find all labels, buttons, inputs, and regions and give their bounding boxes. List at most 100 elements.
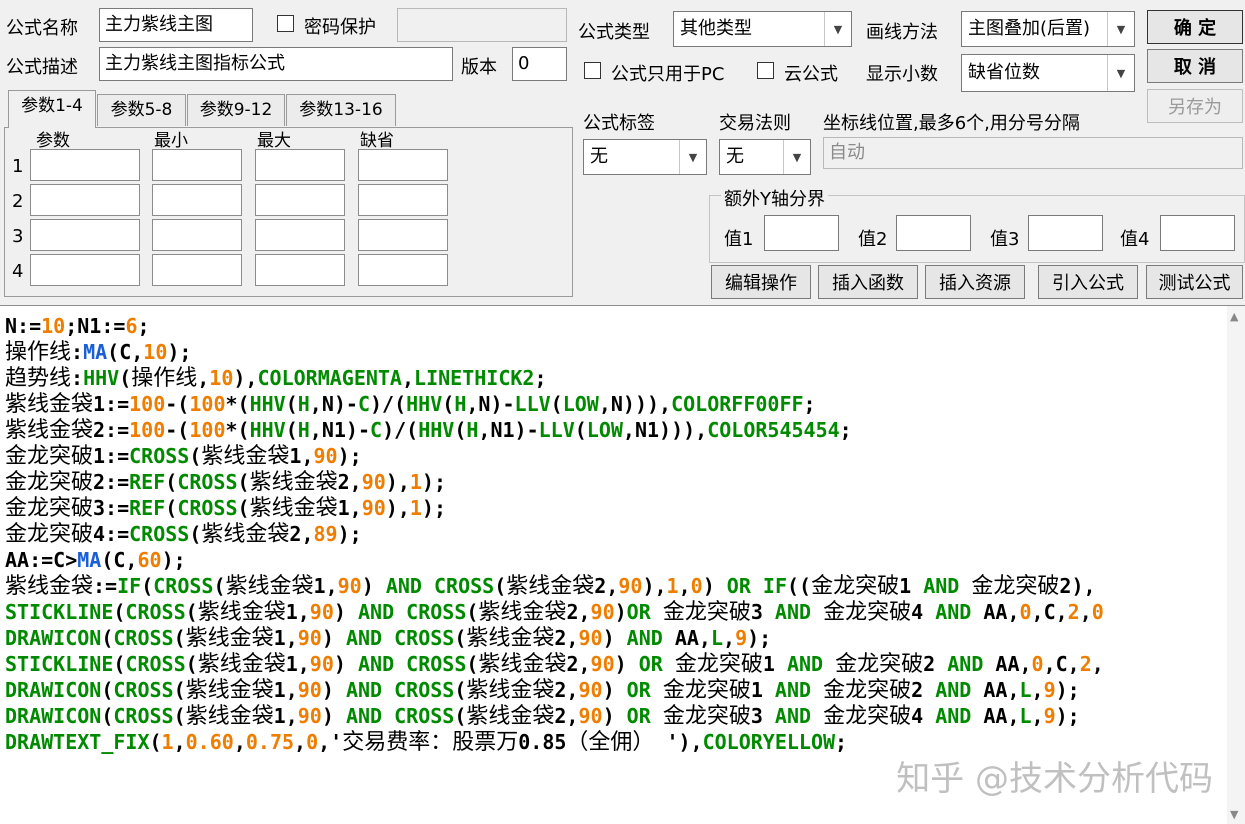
param-4-min[interactable]: [152, 254, 242, 286]
tab-params-13-16[interactable]: 参数13-16: [286, 94, 396, 126]
tab-params-1-4[interactable]: 参数1-4: [8, 90, 96, 128]
insert-resource-button[interactable]: 插入资源: [925, 265, 1025, 299]
code-token: COLOR545454: [707, 418, 840, 442]
code-token: ,: [1031, 678, 1044, 702]
vertical-scrollbar[interactable]: ▲ ▼: [1227, 306, 1245, 824]
code-line[interactable]: 金龙突破1:=CROSS(紫线金袋1,90);: [5, 443, 362, 469]
password-checkbox[interactable]: [277, 15, 294, 32]
code-line[interactable]: 金龙突破4:=CROSS(紫线金袋2,89);: [5, 521, 362, 547]
param-4-default[interactable]: [358, 254, 448, 286]
param-2-max[interactable]: [255, 184, 345, 216]
code-token: );: [1055, 704, 1080, 728]
code-line[interactable]: DRAWICON(CROSS(紫线金袋1,90) AND CROSS(紫线金袋2…: [5, 677, 1080, 703]
code-token: :=: [93, 574, 118, 598]
code-line[interactable]: DRAWTEXT_FIX(1,0.60,0.75,0,'交易费率：股票万0.85…: [5, 729, 847, 755]
code-token: );: [421, 470, 447, 494]
ok-button[interactable]: 确 定: [1147, 10, 1243, 44]
pc-only-checkbox[interactable]: [584, 62, 601, 79]
tab-params-9-12[interactable]: 参数9-12: [187, 94, 285, 126]
code-line[interactable]: DRAWICON(CROSS(紫线金袋1,90) AND CROSS(紫线金袋2…: [5, 625, 771, 651]
code-token: 1: [762, 652, 787, 676]
code-line[interactable]: 操作线:MA(C,10);: [5, 339, 191, 365]
version-label: 版本: [461, 57, 497, 78]
formula-type-select[interactable]: 其他类型 ▼: [673, 11, 852, 47]
value3-input[interactable]: [1028, 215, 1103, 251]
axis-position-input[interactable]: 自动: [823, 137, 1243, 169]
code-editor[interactable]: N:=10;N1:=6; 操作线:MA(C,10); 趋势线:HHV(操作线,10)…: [0, 305, 1245, 824]
import-formula-button[interactable]: 引入公式: [1038, 265, 1138, 299]
decimals-select[interactable]: 缺省位数 ▼: [961, 54, 1135, 92]
param-3-max[interactable]: [255, 219, 345, 251]
cloud-checkbox[interactable]: [757, 62, 774, 79]
code-line[interactable]: 紫线金袋1:=100-(100*(HHV(H,N)-C)/(HHV(H,N)-L…: [5, 391, 816, 417]
param-2-default[interactable]: [358, 184, 448, 216]
code-line[interactable]: 金龙突破3:=REF(CROSS(紫线金袋1,90),1);: [5, 495, 446, 521]
param-2-name[interactable]: [30, 184, 140, 216]
zhihu-watermark: 知乎 @技术分析代码: [896, 759, 1213, 799]
chevron-down-icon[interactable]: ▼: [783, 140, 810, 174]
formula-name-input[interactable]: 主力紫线主图: [99, 8, 253, 42]
formula-desc-input[interactable]: 主力紫线主图指标公式: [99, 47, 453, 81]
value2-input[interactable]: [896, 215, 971, 251]
scroll-down-icon[interactable]: ▼: [1230, 808, 1238, 821]
code-line[interactable]: 紫线金袋:=IF(CROSS(紫线金袋1,90) AND CROSS(紫线金袋2…: [5, 573, 1096, 599]
param-4-name[interactable]: [30, 254, 140, 286]
code-token: N:=: [5, 314, 42, 338]
code-token: 60: [137, 548, 162, 572]
code-token: 0: [1019, 600, 1032, 624]
code-line[interactable]: 金龙突破2:=REF(CROSS(紫线金袋2,90),1);: [5, 469, 446, 495]
code-line[interactable]: 紫线金袋2:=100-(100*(HHV(H,N1)-C)/(HHV(H,N1)…: [5, 417, 852, 443]
code-token: 金龙突破: [835, 652, 924, 677]
param-3-min[interactable]: [152, 219, 242, 251]
param-1-default[interactable]: [358, 149, 448, 181]
param-1-min[interactable]: [152, 149, 242, 181]
value4-input[interactable]: [1160, 215, 1235, 251]
code-token: ),: [385, 496, 410, 520]
code-token: ,N)-: [466, 392, 515, 416]
param-1-max[interactable]: [255, 149, 345, 181]
code-token: );: [167, 340, 192, 364]
code-token: LINETHICK2: [414, 366, 535, 390]
value1-input[interactable]: [764, 215, 839, 251]
formula-tag-select[interactable]: 无 ▼: [583, 139, 707, 175]
code-token: 紫线金袋: [249, 496, 338, 521]
chevron-down-icon[interactable]: ▼: [679, 140, 706, 174]
edit-operation-button[interactable]: 编辑操作: [711, 265, 811, 299]
code-line[interactable]: STICKLINE(CROSS(紫线金袋1,90) AND CROSS(紫线金袋…: [5, 651, 1104, 677]
code-line[interactable]: N:=10;N1:=6;: [5, 313, 150, 339]
code-line[interactable]: DRAWICON(CROSS(紫线金袋1,90) AND CROSS(紫线金袋2…: [5, 703, 1080, 729]
code-token: 紫线金袋: [185, 704, 274, 729]
save-as-button[interactable]: 另存为: [1147, 89, 1243, 123]
param-2-min[interactable]: [152, 184, 242, 216]
pc-only-label: 公式只用于PC: [611, 64, 725, 85]
scroll-up-icon[interactable]: ▲: [1230, 310, 1238, 323]
cloud-label: 云公式: [784, 64, 838, 85]
trade-rule-select[interactable]: 无 ▼: [719, 139, 811, 175]
code-token: 2,: [566, 652, 591, 676]
code-line[interactable]: AA:=C>MA(C,60);: [5, 547, 186, 573]
test-formula-button[interactable]: 测试公式: [1146, 265, 1243, 299]
chevron-down-icon[interactable]: ▼: [824, 12, 851, 46]
param-3-default[interactable]: [358, 219, 448, 251]
code-line[interactable]: 趋势线:HHV(操作线,10),COLORMAGENTA,LINETHICK2;: [5, 365, 547, 391]
version-input[interactable]: 0: [512, 47, 567, 81]
password-input[interactable]: [397, 8, 567, 42]
code-token: )/(: [382, 418, 419, 442]
code-token: 89: [313, 522, 338, 546]
param-4-max[interactable]: [255, 254, 345, 286]
cancel-button[interactable]: 取 消: [1147, 49, 1243, 83]
code-token: 1:=: [93, 392, 130, 416]
tab-params-5-8[interactable]: 参数5-8: [97, 94, 186, 126]
code-token: REF: [129, 470, 166, 494]
code-token: (C,: [107, 340, 144, 364]
code-line[interactable]: STICKLINE(CROSS(紫线金袋1,90) AND CROSS(紫线金袋…: [5, 599, 1104, 625]
chevron-down-icon[interactable]: ▼: [1107, 55, 1134, 91]
param-1-name[interactable]: [30, 149, 140, 181]
code-token: AND: [774, 678, 812, 702]
param-3-name[interactable]: [30, 219, 140, 251]
code-token: ,: [173, 730, 186, 754]
chevron-down-icon[interactable]: ▼: [1107, 12, 1134, 46]
insert-function-button[interactable]: 插入函数: [818, 265, 918, 299]
draw-method-select[interactable]: 主图叠加(后置) ▼: [961, 11, 1135, 47]
